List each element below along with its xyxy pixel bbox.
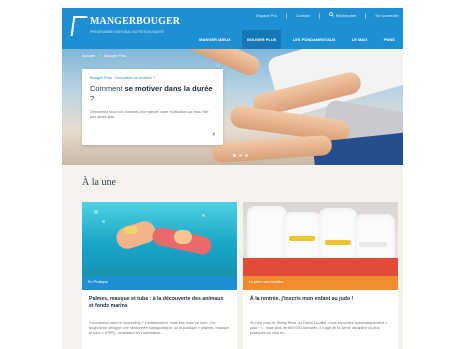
divider — [285, 12, 287, 19]
divider — [318, 12, 320, 19]
photo-judoka — [247, 206, 287, 266]
hero-description: Découvrez tous nos conseils pour garder … — [90, 110, 209, 119]
hero-title: Comment se motiver dans la durée ? — [90, 84, 215, 104]
site-logo[interactable]: MANGERBOUGER PROGRAMME NATIONAL NUTRITIO… — [70, 14, 182, 42]
photo-bubble — [102, 220, 105, 223]
hero-kicker: Bouger Plus : Comment se motiver ? — [90, 75, 156, 80]
hero-title-bold: se motiver dans la durée — [124, 84, 213, 93]
nav-fondamentaux[interactable]: LES FONDAMENTAUX — [288, 30, 341, 49]
nav-le-mag[interactable]: LE MAG — [347, 30, 373, 49]
utility-login[interactable]: Se connecter — [375, 13, 399, 18]
article-excerpt: Connaissez-vous le snorkeling ? Certaine… — [89, 321, 229, 335]
section-title: À la une — [82, 177, 116, 188]
nav-pnns[interactable]: PNNS — [379, 30, 400, 49]
logo-text: MANGERBOUGER — [90, 16, 181, 27]
photo-belt — [359, 242, 387, 247]
carousel-dot[interactable] — [239, 154, 242, 157]
utility-label: Espace Pro — [256, 13, 277, 18]
utility-espace-pro[interactable]: Espace Pro — [256, 13, 277, 18]
photo-bubble — [202, 214, 205, 217]
article-tag[interactable]: En Pratique — [88, 280, 108, 284]
article-card[interactable]: En Pratique Palmes, masque et tuba : à l… — [82, 202, 237, 349]
utility-label: Se connecter — [375, 13, 399, 18]
photo-seafloor — [82, 264, 237, 276]
utility-contact[interactable]: Contact — [296, 13, 310, 18]
main-nav: MANGER MIEUX BOUGER PLUS LES FONDAMENTAU… — [191, 30, 403, 49]
photo-bubble — [94, 210, 98, 214]
hero-title-suffix: ? — [90, 94, 95, 103]
page: MANGERBOUGER PROGRAMME NATIONAL NUTRITIO… — [0, 0, 471, 349]
article-excerpt: Si c'est vous et Teddy Riner ou David Do… — [250, 321, 388, 335]
carousel-dot[interactable] — [245, 154, 248, 157]
logo-subtitle: PROGRAMME NATIONAL NUTRITION SANTÉ — [90, 30, 165, 34]
breadcrumb-separator: › — [98, 53, 101, 58]
site-header: MANGERBOUGER PROGRAMME NATIONAL NUTRITIO… — [62, 8, 403, 49]
carousel-dot[interactable] — [233, 154, 236, 157]
photo-belt — [289, 236, 315, 241]
article-title[interactable]: Palmes, masque et tuba : à la découverte… — [89, 296, 229, 310]
search-icon — [328, 12, 334, 19]
chevron-right-icon[interactable]: › — [212, 129, 215, 138]
carousel-dots — [233, 154, 248, 157]
breadcrumb-home[interactable]: Accueil — [82, 53, 95, 58]
nav-bouger-plus[interactable]: BOUGER PLUS — [242, 30, 282, 49]
divider — [365, 12, 367, 19]
utility-nav: Espace Pro Contact Rechercher Se connect… — [256, 12, 399, 19]
nav-manger-mieux[interactable]: MANGER MIEUX — [194, 30, 236, 49]
hero-title-prefix: Comment — [90, 84, 125, 93]
utility-search[interactable]: Rechercher — [328, 12, 357, 19]
photo-mat — [243, 258, 398, 276]
utility-label: Rechercher — [335, 13, 357, 18]
article-title[interactable]: À la rentrée, j'inscris mon enfant au ju… — [250, 296, 390, 303]
photo-swimmer — [174, 230, 192, 244]
photo-mask — [124, 226, 138, 234]
utility-label: Contact — [295, 13, 310, 18]
article-card[interactable]: Le plein des familles À la rentrée, j'in… — [243, 202, 398, 349]
breadcrumb-current[interactable]: Bouger Plus — [104, 53, 126, 58]
photo-belt — [325, 240, 351, 245]
hero-banner: Accueil › Bouger Plus Bouger Plus : Comm… — [62, 49, 403, 165]
breadcrumb: Accueil › Bouger Plus — [82, 53, 126, 58]
article-tag[interactable]: Le plein des familles — [249, 280, 283, 284]
logo-mark-icon — [70, 16, 88, 36]
featured-section: À la une En Pratique Palmes, masque et t… — [62, 165, 403, 349]
hero-card[interactable]: Bouger Plus : Comment se motiver ? Comme… — [82, 69, 223, 145]
